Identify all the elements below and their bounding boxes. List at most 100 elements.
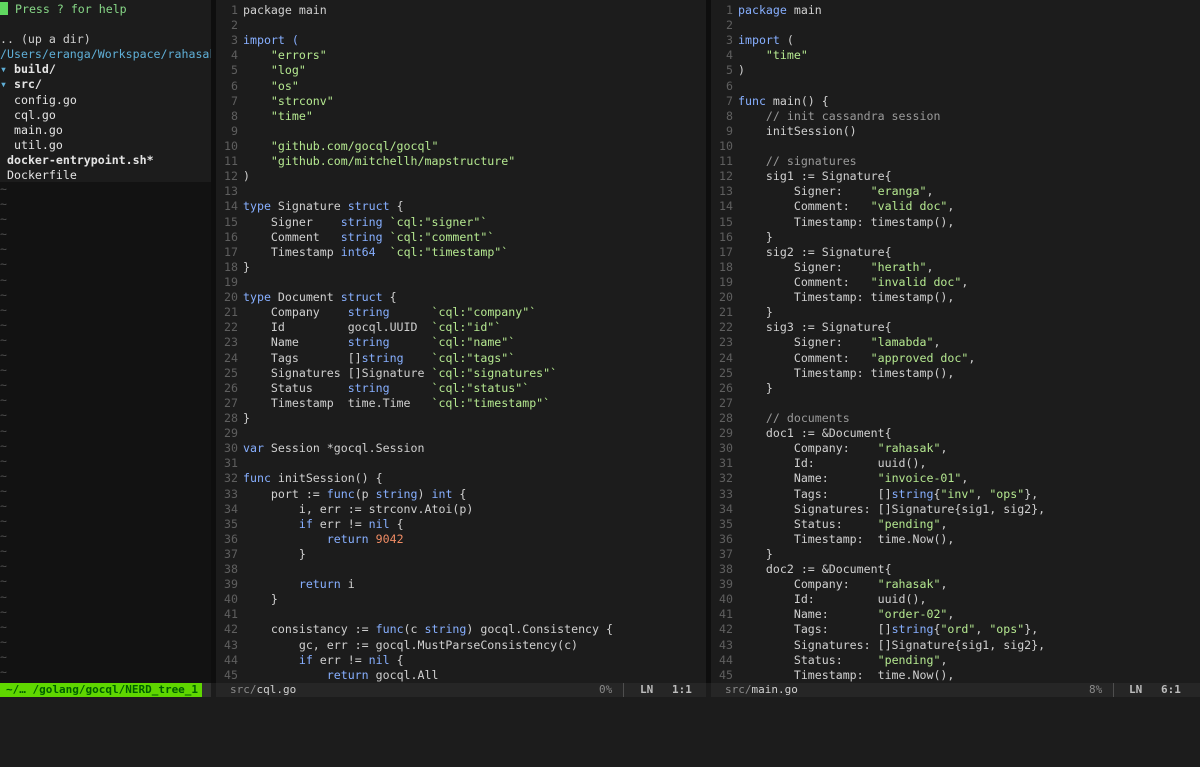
code-line[interactable]: 19 xyxy=(216,275,706,290)
code-line[interactable]: 24 Tags []string `cql:"tags"` xyxy=(216,351,706,366)
code-line[interactable]: 24 Comment: "approved doc", xyxy=(711,351,1200,366)
code-line[interactable]: 37 } xyxy=(711,547,1200,562)
nerdtree-root-path[interactable]: /Users/eranga/Workspace/rahasak xyxy=(0,47,211,62)
code-line[interactable]: 28 // documents xyxy=(711,411,1200,426)
code-line[interactable]: 16 } xyxy=(711,230,1200,245)
code-line[interactable]: 18} xyxy=(216,260,706,275)
code-line[interactable]: 3 import ( xyxy=(216,33,706,48)
code-line[interactable]: 1 package main xyxy=(711,3,1200,18)
code-line[interactable]: 8 "time" xyxy=(216,109,706,124)
code-line[interactable]: 5 "log" xyxy=(216,63,706,78)
tree-file[interactable]: cql.go xyxy=(0,108,211,123)
code-area[interactable]: 1 package main 2 3 import (4 "errors" 5 "log"… xyxy=(216,0,706,683)
code-line[interactable]: 29 doc1 := &Document{ xyxy=(711,426,1200,441)
code-line[interactable]: 35 if err != nil { xyxy=(216,517,706,532)
code-line[interactable]: 33 port := func(p string) int { xyxy=(216,487,706,502)
code-line[interactable]: 45 return gocql.All xyxy=(216,668,706,683)
code-line[interactable]: 27 xyxy=(711,396,1200,411)
code-line[interactable]: 26 Status string `cql:"status"` xyxy=(216,381,706,396)
tree-file[interactable]: util.go xyxy=(0,138,211,153)
code-line[interactable]: 32 Name: "invoice-01", xyxy=(711,471,1200,486)
code-line[interactable]: 23 Name string `cql:"name"` xyxy=(216,335,706,350)
code-line[interactable]: 18 Signer: "herath", xyxy=(711,260,1200,275)
code-line[interactable]: 31 Id: uuid(), xyxy=(711,456,1200,471)
code-line[interactable]: 44 Status: "pending", xyxy=(711,653,1200,668)
code-line[interactable]: 41 Name: "order-02", xyxy=(711,607,1200,622)
code-line[interactable]: 33 Tags: []string{"inv", "ops"}, xyxy=(711,487,1200,502)
code-line[interactable]: 22 Id gocql.UUID `cql:"id"` xyxy=(216,320,706,335)
code-line[interactable]: 30 var Session *gocql.Session xyxy=(216,441,706,456)
code-line[interactable]: 27 Timestamp time.Time `cql:"timestamp"` xyxy=(216,396,706,411)
code-line[interactable]: 11 "github.com/mitchellh/mapstructure" xyxy=(216,154,706,169)
tree-file[interactable]: config.go xyxy=(0,93,211,108)
code-line[interactable]: 21 } xyxy=(711,305,1200,320)
code-line[interactable]: 12 sig1 := Signature{ xyxy=(711,169,1200,184)
code-line[interactable]: 6 "os" xyxy=(216,79,706,94)
code-line[interactable]: 42 Tags: []string{"ord", "ops"}, xyxy=(711,622,1200,637)
code-line[interactable]: 36 Timestamp: time.Now(), xyxy=(711,532,1200,547)
code-line[interactable]: 38 doc2 := &Document{ xyxy=(711,562,1200,577)
code-line[interactable]: 10 xyxy=(711,139,1200,154)
code-line[interactable]: 23 Signer: "lamabda", xyxy=(711,335,1200,350)
nerdtree-up-dir[interactable]: .. (up a dir) xyxy=(0,32,211,47)
code-line[interactable]: 9 initSession() xyxy=(711,124,1200,139)
code-line[interactable]: 35 Status: "pending", xyxy=(711,517,1200,532)
code-line[interactable]: 2 xyxy=(711,18,1200,33)
code-line[interactable]: 20 type Document struct { xyxy=(216,290,706,305)
code-line[interactable]: 29 xyxy=(216,426,706,441)
code-line[interactable]: 25 Timestamp: timestamp(), xyxy=(711,366,1200,381)
code-line[interactable]: 19 Comment: "invalid doc", xyxy=(711,275,1200,290)
code-line[interactable]: 13 xyxy=(216,184,706,199)
code-line[interactable]: 44 if err != nil { xyxy=(216,653,706,668)
code-line[interactable]: 4 "errors" xyxy=(216,48,706,63)
code-line[interactable]: 14 Comment: "valid doc", xyxy=(711,199,1200,214)
code-line[interactable]: 30 Company: "rahasak", xyxy=(711,441,1200,456)
code-line[interactable]: 43 gc, err := gocql.MustParseConsistency… xyxy=(216,638,706,653)
code-line[interactable]: 28} xyxy=(216,411,706,426)
code-line[interactable]: 13 Signer: "eranga", xyxy=(711,184,1200,199)
code-line[interactable]: 7 "strconv" xyxy=(216,94,706,109)
code-line[interactable]: 37 } xyxy=(216,547,706,562)
code-line[interactable]: 21 Company string `cql:"company"` xyxy=(216,305,706,320)
code-line[interactable]: 41 xyxy=(216,607,706,622)
tree-file[interactable]: main.go xyxy=(0,123,211,138)
editor-pane-main-go[interactable]: 1 package main 2 3 import (4 "time" 5) 6 7 func … xyxy=(711,0,1200,683)
code-line[interactable]: 10 "github.com/gocql/gocql" xyxy=(216,139,706,154)
code-line[interactable]: 26 } xyxy=(711,381,1200,396)
code-line[interactable]: 42 consistancy := func(c string) gocql.C… xyxy=(216,622,706,637)
code-line[interactable]: 17 Timestamp int64 `cql:"timestamp"` xyxy=(216,245,706,260)
code-line[interactable]: 15 Signer string `cql:"signer"` xyxy=(216,215,706,230)
code-line[interactable]: 1 package main xyxy=(216,3,706,18)
code-line[interactable]: 8 // init cassandra session xyxy=(711,109,1200,124)
nerdtree-help-line[interactable]: Press ? for help xyxy=(0,2,211,17)
code-line[interactable]: 6 xyxy=(711,79,1200,94)
code-line[interactable]: 39 return i xyxy=(216,577,706,592)
code-line[interactable]: 4 "time" xyxy=(711,48,1200,63)
code-line[interactable]: 20 Timestamp: timestamp(), xyxy=(711,290,1200,305)
code-line[interactable]: 39 Company: "rahasak", xyxy=(711,577,1200,592)
code-line[interactable]: 12) xyxy=(216,169,706,184)
code-line[interactable]: 34 Signatures: []Signature{sig1, sig2}, xyxy=(711,502,1200,517)
tree-directory[interactable]: ▾ build/ xyxy=(0,62,211,77)
code-line[interactable]: 40 Id: uuid(), xyxy=(711,592,1200,607)
code-line[interactable]: 43 Signatures: []Signature{sig1, sig2}, xyxy=(711,638,1200,653)
code-line[interactable]: 7 func main() { xyxy=(711,94,1200,109)
code-line[interactable]: 15 Timestamp: timestamp(), xyxy=(711,215,1200,230)
code-line[interactable]: 9 xyxy=(216,124,706,139)
code-line[interactable]: 3 import ( xyxy=(711,33,1200,48)
code-line[interactable]: 34 i, err := strconv.Atoi(p) xyxy=(216,502,706,517)
code-line[interactable]: 40 } xyxy=(216,592,706,607)
code-line[interactable]: 2 xyxy=(216,18,706,33)
code-line[interactable]: 17 sig2 := Signature{ xyxy=(711,245,1200,260)
code-line[interactable]: 22 sig3 := Signature{ xyxy=(711,320,1200,335)
tree-file[interactable]: docker-entrypoint.sh* xyxy=(0,153,211,168)
tree-file[interactable]: Dockerfile xyxy=(0,168,211,183)
code-area[interactable]: 1 package main 2 3 import (4 "time" 5) 6 7 func … xyxy=(711,0,1200,683)
code-line[interactable]: 14 type Signature struct { xyxy=(216,199,706,214)
code-line[interactable]: 25 Signatures []Signature `cql:"signatur… xyxy=(216,366,706,381)
code-line[interactable]: 5) xyxy=(711,63,1200,78)
code-line[interactable]: 45 Timestamp: time.Now(), xyxy=(711,668,1200,683)
code-line[interactable]: 31 xyxy=(216,456,706,471)
code-line[interactable]: 32 func initSession() { xyxy=(216,471,706,486)
code-line[interactable]: 38 xyxy=(216,562,706,577)
